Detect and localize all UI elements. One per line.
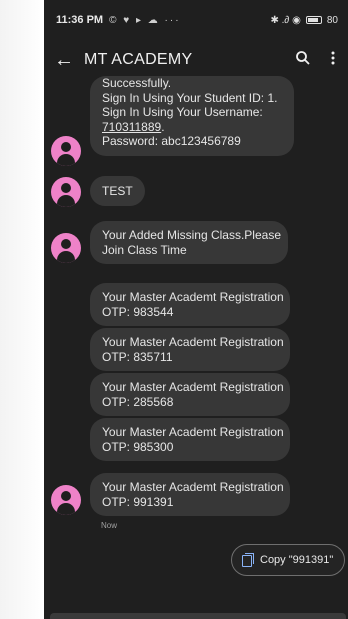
status-bar: 11:36 PM © ♥ ▸ ☁ ··· ✱ .∂ ◉ 80 [44, 0, 348, 40]
message-line: Your Master Academt Registration [102, 335, 284, 349]
message-bubble[interactable]: Successfully. Sign In Using Your Student… [90, 76, 294, 156]
otp-line: OTP: 991391 [102, 494, 174, 509]
otp-line: OTP: 983544 [102, 304, 174, 319]
copy-otp-label: Copy "991391" [260, 554, 334, 566]
sender-avatar[interactable] [51, 177, 81, 207]
message-line: Your Master Academt Registration [102, 290, 284, 304]
message-line: Your Master Academt Registration [102, 425, 284, 439]
message-line: 710311889. [102, 120, 282, 135]
system-icons: ✱ .∂ ◉ 80 [270, 15, 338, 26]
message-line: Your Master Academt Registration [102, 380, 284, 394]
message-line: Successfully. [102, 76, 172, 90]
compose-bar[interactable] [50, 613, 346, 619]
messages-screen: 11:36 PM © ♥ ▸ ☁ ··· ✱ .∂ ◉ 80 ← MT ACAD… [44, 0, 348, 619]
message-bubble[interactable]: Your Master Academt Registration OTP: 98… [90, 283, 290, 326]
sender-avatar[interactable] [51, 136, 81, 166]
background-overlay [0, 0, 44, 619]
message-bubble[interactable]: Your Master Academt Registration OTP: 28… [90, 373, 290, 416]
message-bubble[interactable]: Your Added Missing Class.Please Join Cla… [90, 221, 288, 264]
message-line: Sign In Using Your Username: [102, 105, 263, 119]
message-line: Password: abc123456789 [102, 134, 241, 148]
arrow-back-icon[interactable]: ← [44, 49, 84, 72]
message-bubble[interactable]: Your Master Academt Registration OTP: 98… [90, 418, 290, 461]
otp-line: OTP: 285568 [102, 394, 174, 409]
message-bubble[interactable]: TEST [90, 176, 145, 206]
copy-icon [242, 553, 254, 567]
message-bubble[interactable]: Your Master Academt Registration OTP: 99… [90, 473, 290, 516]
status-time: 11:36 PM [56, 14, 104, 26]
otp-line: OTP: 985300 [102, 439, 174, 454]
message-timestamp: Now [101, 521, 118, 530]
app-bar: ← MT ACADEMY [44, 42, 348, 78]
message-bubble[interactable]: Your Master Academt Registration OTP: 83… [90, 328, 290, 371]
signal-wifi-icons: ✱ .∂ ◉ [270, 14, 301, 26]
battery-icon [305, 16, 322, 24]
conversation-title: MT ACADEMY [84, 51, 193, 68]
message-line: Sign In Using Your Student ID: 1. [102, 90, 278, 105]
more-vert-icon[interactable] [318, 50, 348, 71]
message-line: Your Master Academt Registration [102, 480, 284, 494]
copy-otp-button[interactable]: Copy "991391" [231, 544, 345, 576]
username-link[interactable]: 710311889 [102, 120, 161, 134]
message-text: TEST [102, 184, 133, 198]
search-icon[interactable] [288, 50, 318, 71]
battery-level: 80 [326, 14, 338, 26]
message-line: Join Class Time [102, 242, 187, 257]
sender-avatar[interactable] [51, 233, 81, 263]
link-suffix: . [161, 119, 165, 134]
notification-icons: © ♥ ▸ ☁ ··· [109, 14, 181, 26]
otp-line: OTP: 835711 [102, 349, 173, 364]
sender-avatar[interactable] [51, 485, 81, 515]
message-line: Your Added Missing Class.Please [102, 228, 281, 242]
